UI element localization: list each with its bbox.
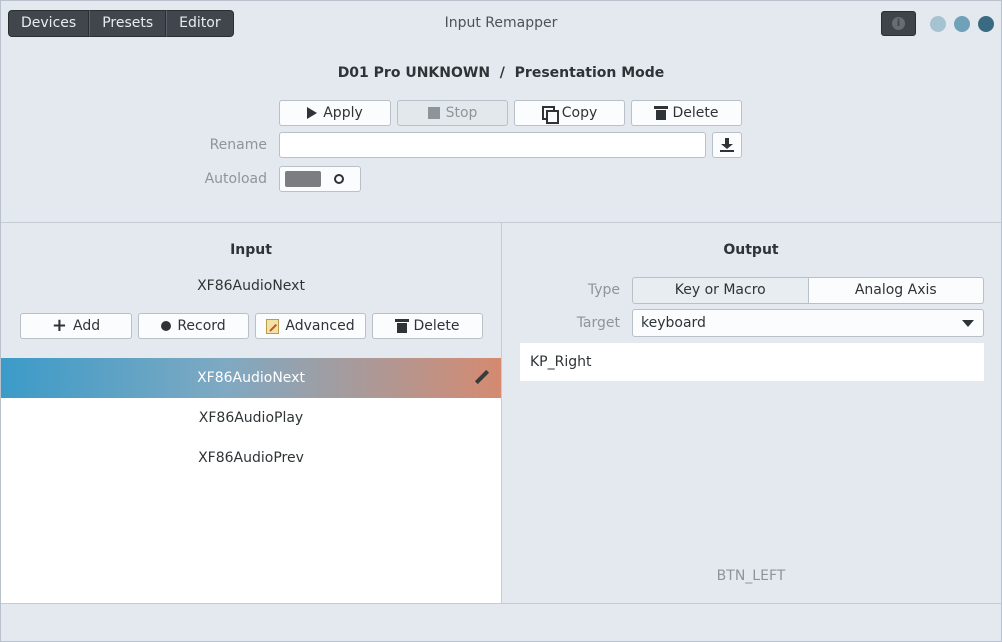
list-item[interactable]: XF86AudioNext xyxy=(1,358,501,398)
advanced-button[interactable]: Advanced xyxy=(255,313,366,339)
heading-separator: / xyxy=(499,65,505,81)
notepad-icon xyxy=(266,318,280,334)
stop-label: Stop xyxy=(445,105,478,121)
autoload-label: Autoload xyxy=(204,171,267,187)
list-item[interactable]: XF86AudioPlay xyxy=(1,398,501,438)
status-bar-divider xyxy=(1,603,1001,604)
selected-input-name: XF86AudioNext xyxy=(197,278,305,294)
minimize-button[interactable] xyxy=(930,16,946,32)
type-analog-axis-button[interactable]: Analog Axis xyxy=(808,277,984,304)
header-bar: Devices Presets Editor Input Remapper i xyxy=(1,1,1001,47)
switch-off-icon xyxy=(334,174,344,184)
stop-button[interactable]: Stop xyxy=(397,100,508,126)
trash-icon xyxy=(653,106,668,120)
apply-button[interactable]: Apply xyxy=(279,100,391,126)
close-button[interactable] xyxy=(978,16,994,32)
copy-label: Copy xyxy=(561,105,598,121)
record-icon xyxy=(161,321,172,331)
info-icon: i xyxy=(892,17,905,30)
output-type-toggle: Key or Macro Analog Axis xyxy=(632,277,984,304)
output-section-title: Output xyxy=(723,242,779,258)
add-button[interactable]: + Add xyxy=(20,313,132,339)
maximize-button[interactable] xyxy=(954,16,970,32)
chevron-down-icon xyxy=(962,320,974,327)
copy-icon xyxy=(541,105,559,124)
delete-input-button[interactable]: Delete xyxy=(372,313,483,339)
type-label: Type xyxy=(587,282,620,298)
switch-knob xyxy=(285,171,321,187)
status-hint: BTN_LEFT xyxy=(716,568,786,584)
autoload-switch[interactable] xyxy=(279,166,361,192)
app-window: Devices Presets Editor Input Remapper i … xyxy=(0,0,1002,642)
pencil-icon[interactable] xyxy=(474,369,490,385)
about-button[interactable]: i xyxy=(881,11,916,36)
plus-icon: + xyxy=(51,315,67,336)
add-label: Add xyxy=(72,318,101,334)
input-list: XF86AudioNext XF86AudioPlay XF86AudioPre… xyxy=(1,358,501,603)
preset-heading: D01 Pro UNKNOWN / Presentation Mode xyxy=(1,65,1001,81)
window-title: Input Remapper xyxy=(444,15,558,31)
list-item[interactable]: XF86AudioPrev xyxy=(1,438,501,478)
device-name: D01 Pro UNKNOWN xyxy=(337,65,491,81)
delete-preset-button[interactable]: Delete xyxy=(631,100,742,126)
delete-input-label: Delete xyxy=(413,318,460,334)
target-select[interactable]: keyboard xyxy=(632,309,984,337)
list-item-label: XF86AudioPlay xyxy=(198,410,304,426)
record-button[interactable]: Record xyxy=(138,313,249,339)
apply-label: Apply xyxy=(323,105,363,121)
download-icon xyxy=(720,138,734,152)
stop-icon xyxy=(427,107,440,119)
vertical-divider xyxy=(501,223,502,603)
preset-name: Presentation Mode xyxy=(514,65,665,81)
list-item-label: XF86AudioPrev xyxy=(198,450,304,466)
save-rename-button[interactable] xyxy=(712,132,742,158)
play-icon xyxy=(307,107,318,119)
input-section-title: Input xyxy=(230,242,272,258)
trash-icon xyxy=(394,319,409,333)
rename-label: Rename xyxy=(209,137,267,153)
target-label: Target xyxy=(576,315,620,331)
copy-button[interactable]: Copy xyxy=(514,100,625,126)
delete-preset-label: Delete xyxy=(672,105,719,121)
rename-input[interactable] xyxy=(279,132,706,158)
type-key-or-macro-button[interactable]: Key or Macro xyxy=(632,277,809,304)
target-select-value: keyboard xyxy=(641,315,706,331)
record-label: Record xyxy=(177,318,226,334)
advanced-label: Advanced xyxy=(285,318,355,334)
output-editor[interactable]: KP_Right xyxy=(520,343,984,381)
list-item-label: XF86AudioNext xyxy=(197,370,305,386)
